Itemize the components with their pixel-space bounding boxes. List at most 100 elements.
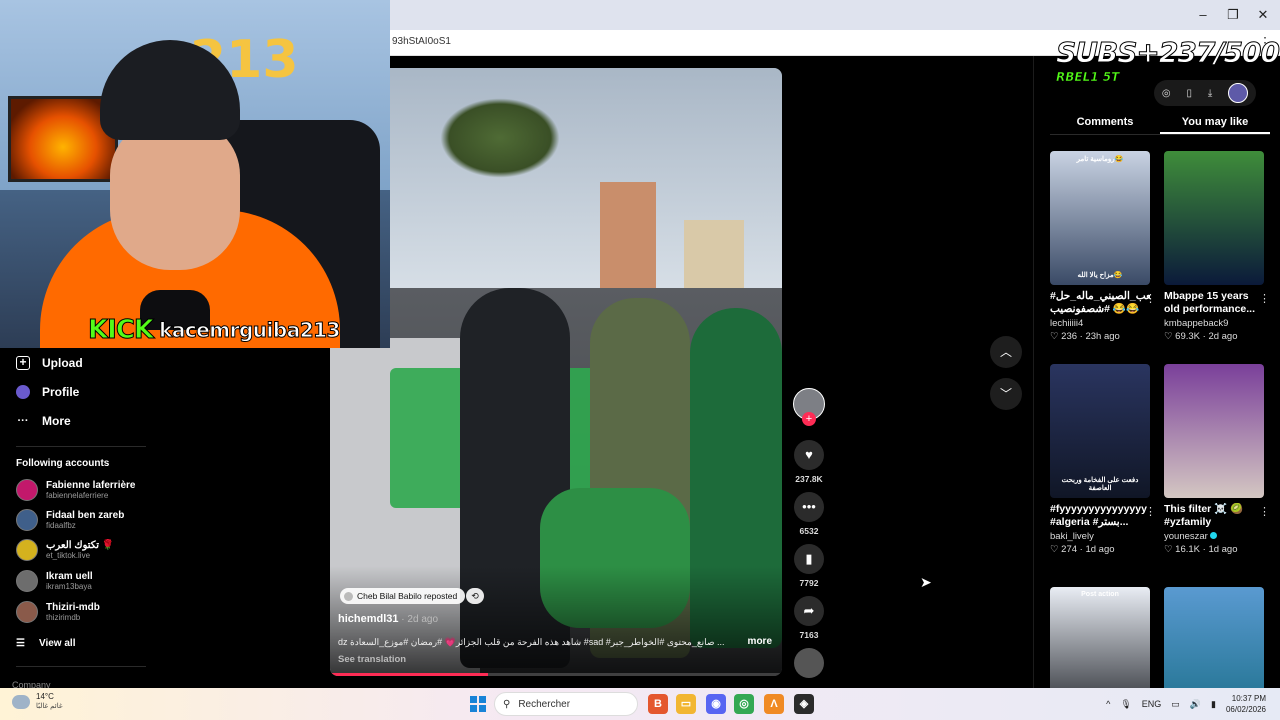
caption-more-button[interactable]: more	[748, 636, 772, 647]
language-indicator[interactable]: ENG	[1142, 699, 1162, 709]
video-thumbnail[interactable]	[1164, 151, 1264, 285]
close-window-button[interactable]: ✕	[1248, 6, 1278, 24]
music-disc-button[interactable]	[792, 648, 826, 678]
windows-taskbar: 14°C غائم غالبًا ⚲ Rechercher B ▭ ◉ ◎ Λ …	[0, 688, 1280, 720]
windows-start-icon[interactable]	[470, 696, 486, 712]
profile-avatar-icon	[16, 385, 30, 399]
reposter-avatar	[344, 591, 353, 601]
upload-icon: +	[16, 356, 30, 370]
nav-upload[interactable]: + Upload	[16, 356, 83, 370]
share-button[interactable]: ➦ 7163	[792, 596, 826, 640]
bookmark-icon: ▮	[794, 544, 824, 574]
kick-logo: KICK	[87, 315, 154, 346]
following-account[interactable]: Ikram uell ikram13baya	[16, 570, 93, 592]
tabs-divider	[1050, 134, 1270, 135]
network-icon[interactable]: ▭	[1171, 699, 1180, 710]
kick-channel-banner: KICK kacemrguiba213	[87, 314, 340, 346]
brave-browser-icon[interactable]: B	[648, 694, 668, 714]
sidebar-divider	[16, 666, 146, 667]
following-account[interactable]: تكتوك العرب 🌹 et_tiktok.live	[16, 539, 114, 561]
video-thumbnail[interactable]	[1164, 364, 1264, 498]
card-title: Mbappe 15 years old performance...	[1164, 290, 1256, 315]
card-time: 2d ago	[1208, 331, 1238, 342]
recommended-video-card[interactable]: دفعت على الفخامة وربحت العاصفة #fyyyyyyyy…	[1050, 364, 1156, 555]
taskbar-search[interactable]: ⚲ Rechercher	[494, 692, 638, 716]
weather-temp: 14°C	[36, 692, 54, 701]
chevron-up-icon[interactable]: ^	[1106, 699, 1110, 709]
recommended-video-card[interactable]: Mbappe 15 years old performance... ⋮ kmbap…	[1164, 151, 1270, 342]
tab-you-may-like[interactable]: You may like	[1160, 114, 1270, 134]
avatar	[16, 601, 38, 623]
card-options-icon[interactable]: ⋮	[1145, 292, 1156, 305]
follow-plus-icon[interactable]: +	[802, 412, 816, 426]
repost-icon[interactable]: ⟲	[466, 588, 484, 604]
save-count: 7792	[799, 578, 819, 588]
nav-more[interactable]: ··· More	[16, 414, 71, 428]
see-translation-link[interactable]: See translation	[338, 654, 406, 665]
recommended-video-card[interactable]: روماسية تامر😂 مزاح يالا الله😂 #الشعب_الصين…	[1050, 151, 1156, 342]
save-button[interactable]: ▮ 7792	[792, 544, 826, 588]
app-a-icon[interactable]: Λ	[764, 694, 784, 714]
card-likes: 236	[1061, 331, 1078, 342]
card-options-icon[interactable]: ⋮	[1145, 505, 1156, 518]
repost-badge[interactable]: Cheb Bilal Babilo reposted	[340, 588, 466, 604]
account-name: Fabienne laferrière	[46, 479, 136, 491]
card-meta: ♡ 236 · 23h ago	[1050, 331, 1120, 342]
post-date: · 2d ago	[398, 614, 439, 625]
streamer-face	[110, 120, 240, 270]
card-meta: ♡ 274 · 1d ago	[1050, 544, 1115, 555]
account-handle: fidaalfbz	[46, 520, 76, 530]
like-count: 237.8K	[795, 474, 823, 484]
settings-icon[interactable]: ◎	[1162, 88, 1171, 99]
next-video-button[interactable]: ﹀	[990, 378, 1022, 410]
search-icon: ⚲	[503, 698, 511, 710]
card-author: youneszar	[1164, 531, 1264, 542]
weather-widget[interactable]: 14°C غائم غالبًا	[12, 692, 63, 711]
music-disc-icon	[794, 648, 824, 678]
subs-counter-overlay: SUBS+237/500	[1056, 36, 1280, 70]
avatar[interactable]	[1228, 83, 1249, 103]
following-account[interactable]: Thiziri-mdb thizirimdb	[16, 601, 100, 623]
video-player[interactable]: Cheb Bilal Babilo reposted ⟲ hichemdl31 …	[330, 68, 782, 676]
android-app-icon[interactable]: ◈	[794, 694, 814, 714]
clock[interactable]: 10:37 PM 06/02/2026	[1226, 693, 1266, 715]
card-time: 1d ago	[1208, 544, 1238, 555]
following-account[interactable]: Fabienne laferrière fabiennelaferriere	[16, 479, 135, 501]
card-meta: ♡ 69.3K · 2d ago	[1164, 331, 1238, 342]
card-options-icon[interactable]: ⋮	[1259, 505, 1270, 518]
like-button[interactable]: ♥ 237.8K	[792, 440, 826, 484]
share-count: 7163	[799, 630, 819, 640]
video-author[interactable]: hichemdl31 · 2d ago	[338, 613, 438, 625]
video-progress-bar[interactable]	[330, 673, 782, 676]
video-thumbnail[interactable]: دفعت على الفخامة وربحت العاصفة	[1050, 364, 1150, 498]
chrome-icon[interactable]: ◎	[734, 694, 754, 714]
card-options-icon[interactable]: ⋮	[1259, 292, 1270, 305]
previous-video-button[interactable]: ︿	[990, 336, 1022, 368]
video-thumbnail[interactable]: روماسية تامر😂 مزاح يالا الله😂	[1050, 151, 1150, 285]
battery-icon[interactable]: ▮	[1211, 699, 1216, 710]
file-explorer-icon[interactable]: ▭	[676, 694, 696, 714]
sidebar-divider	[16, 446, 146, 447]
comment-count: 6532	[799, 526, 819, 536]
cloud-icon	[12, 694, 30, 709]
minimize-button[interactable]: –	[1188, 6, 1218, 24]
thumbnail-bottom-text: مزاح يالا الله😂	[1077, 272, 1123, 279]
nav-profile[interactable]: Profile	[16, 385, 79, 399]
author-handle: lechiiiii4	[1050, 318, 1084, 329]
volume-icon[interactable]: 🔊	[1190, 699, 1201, 710]
account-handle: et_tiktok.live	[46, 550, 91, 560]
creator-avatar-button[interactable]: +	[792, 388, 826, 426]
tab-comments[interactable]: Comments	[1050, 114, 1160, 134]
download-icon[interactable]: ⤓	[1208, 88, 1212, 99]
avatar	[16, 570, 38, 592]
following-account[interactable]: Fidaal ben zareb fidaalfbz	[16, 509, 124, 531]
microphone-icon[interactable]: 🎙	[1120, 699, 1131, 710]
maximize-button[interactable]: ❐	[1218, 6, 1248, 24]
search-placeholder: Rechercher	[518, 698, 571, 710]
view-all-button[interactable]: ☰ View all	[16, 638, 75, 649]
phone-icon[interactable]: ▯	[1186, 88, 1192, 99]
comment-button[interactable]: ••• 6532	[792, 492, 826, 536]
recommended-video-card[interactable]: This filter ☠️ 🥝 #yzfamily ⋮ youneszar ♡ 16…	[1164, 364, 1270, 555]
url-text[interactable]: 93hStAI0oS1	[392, 36, 451, 47]
discord-icon[interactable]: ◉	[706, 694, 726, 714]
